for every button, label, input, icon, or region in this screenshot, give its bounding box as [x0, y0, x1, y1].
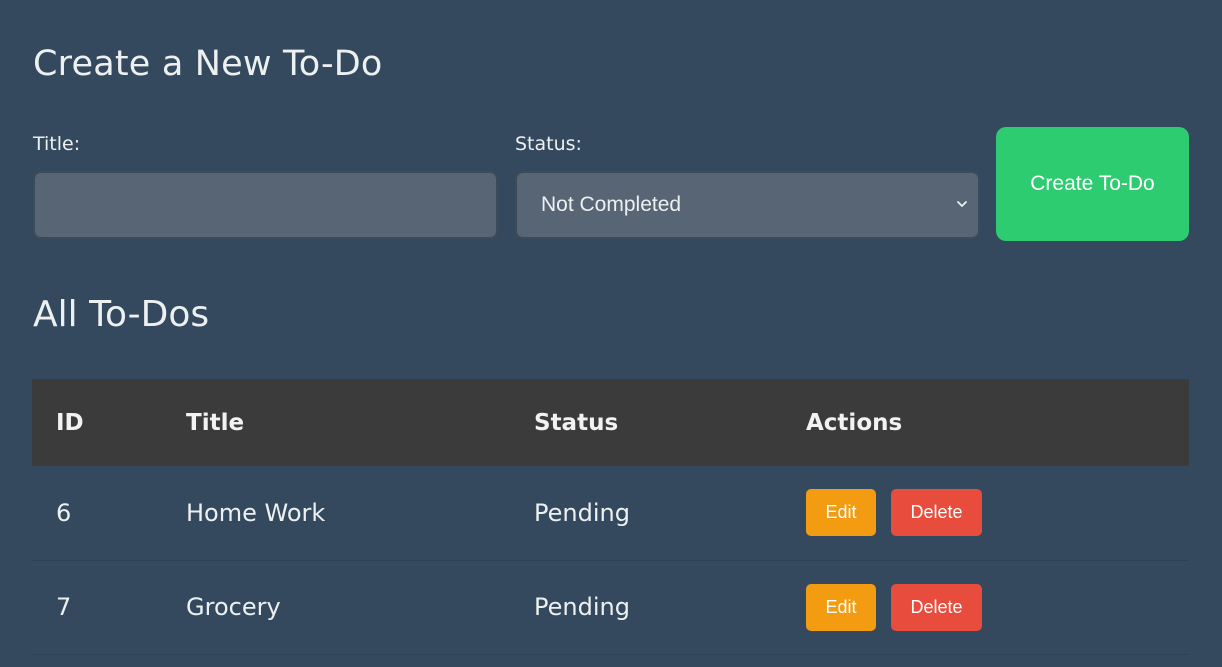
title-input[interactable]	[33, 171, 498, 239]
title-label: Title:	[33, 133, 81, 155]
cell-title: Grocery	[186, 593, 281, 621]
cell-title: Home Work	[186, 498, 326, 527]
cell-status: Pending	[534, 498, 630, 527]
cell-actions: Edit Delete	[806, 466, 1189, 560]
column-header-id: ID	[56, 409, 84, 436]
status-label: Status:	[515, 133, 582, 155]
table-header-row: ID Title Status Actions	[32, 379, 1189, 466]
status-select[interactable]: Not Completed	[515, 171, 980, 239]
cell-id: 6	[56, 498, 72, 527]
column-header-actions: Actions	[806, 409, 903, 436]
column-header-title: Title	[186, 409, 245, 436]
create-todo-button[interactable]: Create To-Do	[996, 127, 1189, 241]
cell-actions: Edit Delete	[806, 560, 1189, 654]
cell-status: Pending	[534, 593, 630, 621]
column-header-status: Status	[534, 409, 619, 436]
cell-id: 7	[56, 593, 72, 621]
table-row: 6 Home Work Pending Edit Delete	[32, 466, 1189, 560]
todos-table: ID Title Status Actions 6 Home Work Pend…	[32, 379, 1189, 655]
delete-button[interactable]: Delete	[891, 489, 982, 537]
chevron-down-icon	[957, 201, 967, 207]
edit-button[interactable]: Edit	[806, 583, 876, 631]
delete-button[interactable]: Delete	[891, 583, 982, 631]
create-todo-heading: Create a New To-Do	[33, 44, 383, 84]
table-row: 7 Grocery Pending Edit Delete	[32, 560, 1189, 654]
status-selected-value: Not Completed	[541, 193, 682, 216]
edit-button[interactable]: Edit	[806, 489, 876, 537]
all-todos-heading: All To-Dos	[33, 294, 210, 335]
